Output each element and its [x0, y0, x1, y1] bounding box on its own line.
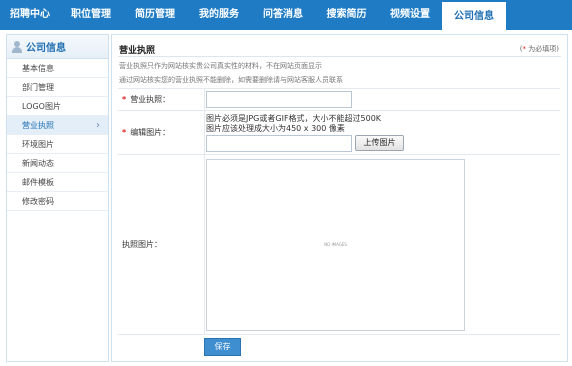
- edit-image-label-text: 编辑图片：: [130, 128, 171, 137]
- sidebar-item-email-templates[interactable]: 邮件模板: [7, 173, 108, 192]
- divider: [118, 56, 561, 57]
- required-note: (* 为必填项): [519, 45, 559, 53]
- sidebar-header: 公司信息: [7, 35, 108, 59]
- nav-item-video-settings[interactable]: 视频设置: [378, 0, 442, 30]
- license-form: * 营业执照： * 编辑图片： 图片必须是JPG或者GIF格式，大小不能超过500K…: [118, 88, 560, 335]
- sidebar-title: 公司信息: [26, 43, 66, 54]
- sidebar-item-label: 营业执照: [22, 121, 54, 130]
- main-panel: 营业执照 (* 为必填项) 营业执照只作为网站核实贵公司真实性的材料，不在网站页…: [111, 34, 568, 362]
- sidebar-item-basic-info[interactable]: 基本信息: [7, 59, 108, 78]
- image-size-hint: 图片应该处理成大小为450 x 300 像素: [206, 124, 345, 133]
- nav-item-company-info[interactable]: 公司信息: [442, 0, 506, 30]
- nav-item-job-management[interactable]: 职位管理: [59, 0, 123, 30]
- sidebar-item-business-license[interactable]: 营业执照 ›: [7, 116, 108, 135]
- edit-image-label: * 编辑图片：: [118, 111, 205, 154]
- required-star: *: [122, 95, 127, 104]
- nav-item-resume-management[interactable]: 简历管理: [123, 0, 187, 30]
- sidebar-item-environment-images[interactable]: 环境图片: [7, 135, 108, 154]
- required-star: *: [122, 128, 127, 137]
- form-row-preview: 执照图片： NO IMAGES: [118, 155, 560, 335]
- chevron-right-icon: ›: [96, 120, 100, 131]
- form-row-license: * 营业执照：: [118, 89, 560, 111]
- description-line-2: 通过网站核实您的营业执照不能删除，如需要删除请与网站客服人员联系: [119, 76, 343, 84]
- no-image-placeholder: NO IMAGES: [324, 242, 347, 247]
- sidebar-item-news[interactable]: 新闻动态: [7, 154, 108, 173]
- sidebar-item-departments[interactable]: 部门管理: [7, 78, 108, 97]
- preview-label: 执照图片：: [118, 155, 205, 334]
- page-title: 营业执照: [119, 46, 156, 56]
- sidebar-item-change-password[interactable]: 修改密码: [7, 192, 108, 211]
- top-nav: 招聘中心 职位管理 简历管理 我的服务 问答消息 搜索简历 视频设置 公司信息: [0, 0, 572, 30]
- nav-item-search-resume[interactable]: 搜索简历: [315, 0, 378, 30]
- required-note-text: 为必填项: [528, 45, 557, 53]
- save-button[interactable]: 保存: [204, 338, 241, 356]
- upload-image-button[interactable]: 上传图片: [355, 135, 404, 151]
- required-star: *: [522, 45, 527, 53]
- file-path-input[interactable]: [206, 135, 352, 152]
- nav-item-my-services[interactable]: 我的服务: [187, 0, 251, 30]
- form-row-edit-image: * 编辑图片： 图片必须是JPG或者GIF格式，大小不能超过500K 图片应该处理…: [118, 111, 560, 155]
- license-input[interactable]: [206, 91, 352, 108]
- sidebar: 公司信息 基本信息 部门管理 LOGO图片 营业执照 › 环境图片 新闻动态 邮…: [6, 34, 109, 362]
- nav-item-recruit-center[interactable]: 招聘中心: [1, 0, 59, 30]
- sidebar-item-logo[interactable]: LOGO图片: [7, 97, 108, 116]
- license-label-text: 营业执照：: [130, 95, 171, 104]
- description-line-1: 营业执照只作为网站核实贵公司真实性的材料，不在网站页面显示: [119, 62, 322, 70]
- license-image-preview: NO IMAGES: [206, 159, 465, 331]
- user-icon: [11, 40, 23, 53]
- nav-item-qa-messages[interactable]: 问答消息: [251, 0, 315, 30]
- license-label: * 营业执照：: [118, 89, 205, 110]
